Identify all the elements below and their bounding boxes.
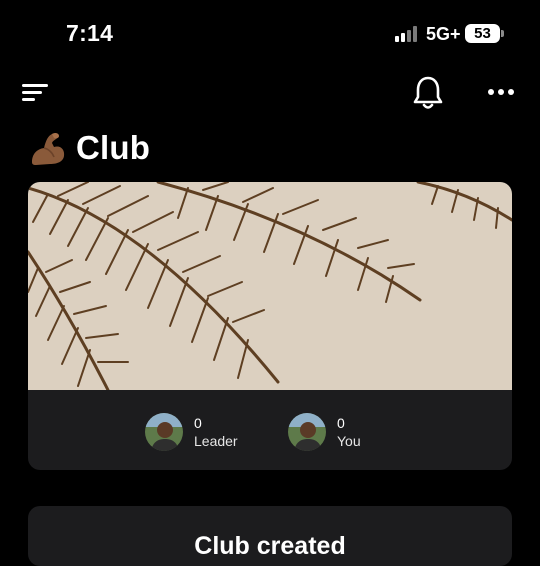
avatar-image — [145, 413, 183, 451]
battery-tip — [501, 30, 504, 37]
more-options-button[interactable] — [486, 84, 516, 102]
palm-leaves-image — [28, 182, 512, 390]
cellular-signal-icon — [395, 26, 421, 42]
status-bar: 7:14 5G+ 53 — [0, 0, 540, 62]
menu-button[interactable] — [22, 82, 50, 102]
battery-icon: 53 — [465, 24, 500, 43]
menu-icon-line — [22, 98, 35, 101]
member-leader[interactable]: 0 Leader — [145, 410, 238, 454]
page-title-text: Club — [76, 129, 151, 166]
member-label: You — [337, 433, 361, 449]
bell-icon — [413, 76, 443, 109]
network-type: 5G+ — [426, 24, 461, 44]
page-title: Club — [28, 128, 150, 168]
status-time: 7:14 — [66, 20, 114, 46]
notifications-button[interactable] — [410, 74, 446, 112]
member-you[interactable]: 0 You — [288, 410, 361, 454]
menu-icon — [22, 84, 48, 87]
member-score: 0 — [337, 415, 345, 431]
flexed-biceps-icon — [32, 132, 65, 165]
menu-icon-line — [22, 91, 42, 94]
battery-level: 53 — [474, 25, 491, 42]
member-score: 0 — [194, 415, 202, 431]
club-created-card[interactable]: Club created — [28, 506, 512, 566]
member-label: Leader — [194, 433, 238, 449]
avatar-image — [288, 413, 326, 451]
club-created-title: Club created — [194, 532, 346, 560]
club-card[interactable]: 0 Leader 0 You — [28, 182, 512, 470]
